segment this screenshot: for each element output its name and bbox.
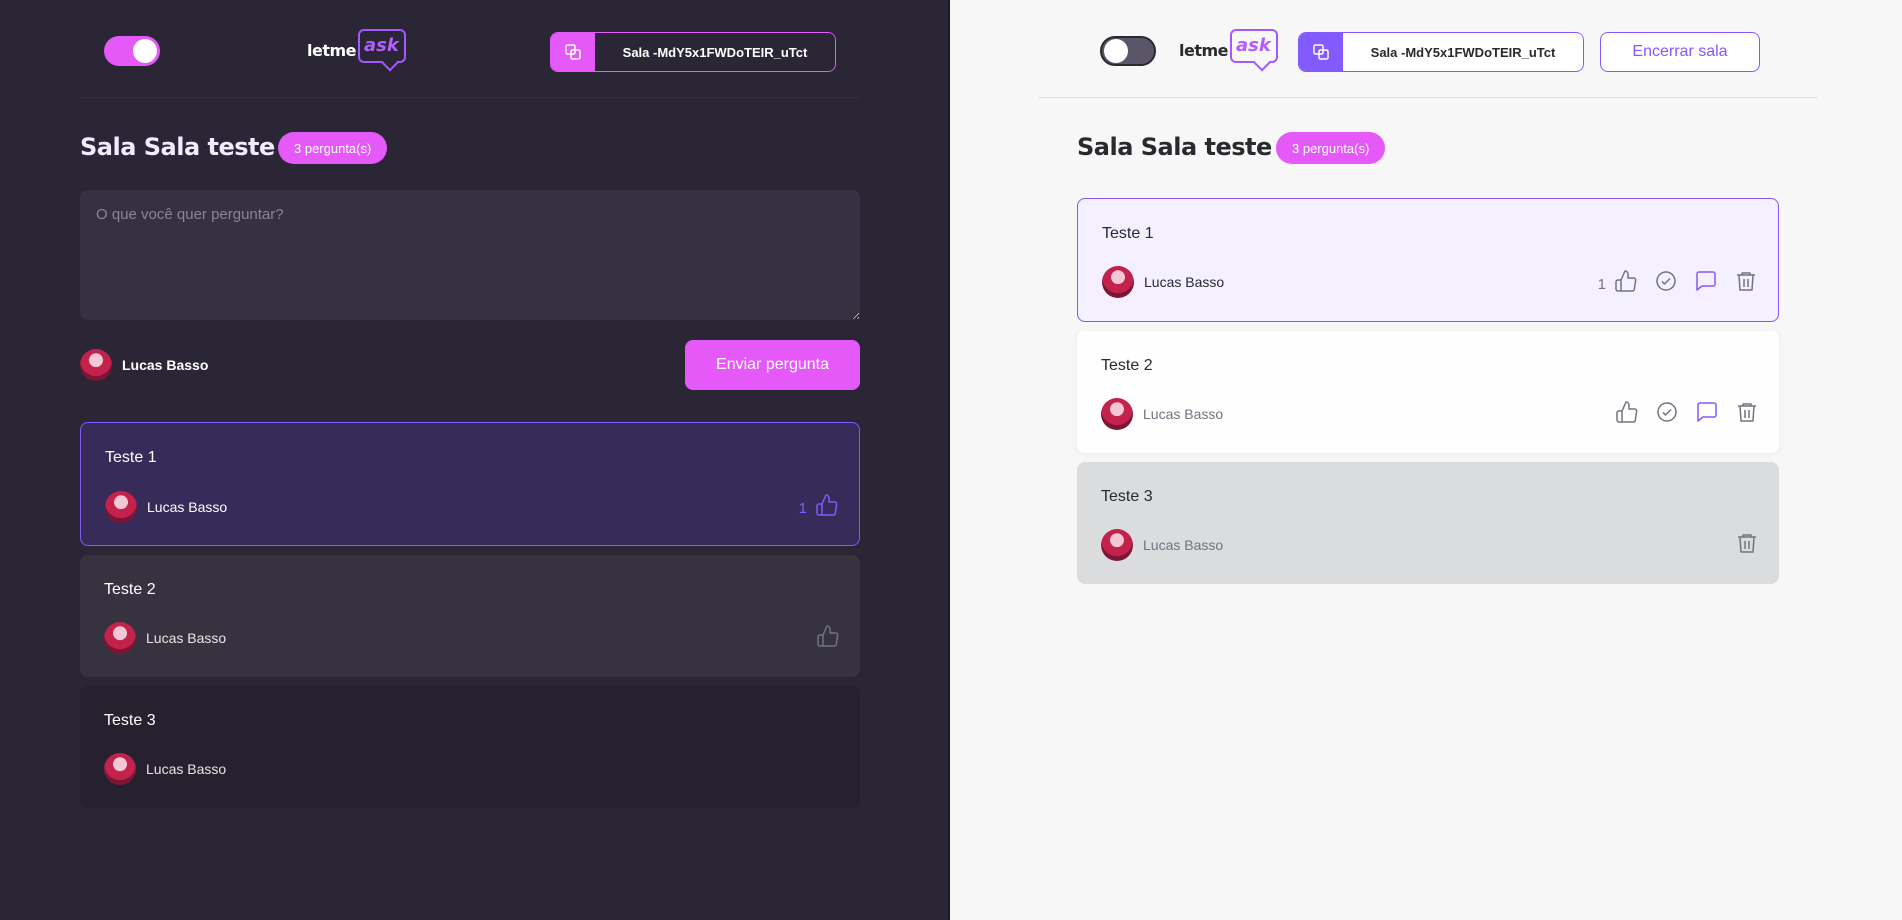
question-author: Lucas Basso: [104, 753, 226, 785]
question-actions: [1735, 531, 1759, 555]
question-author: Lucas Basso: [1101, 529, 1223, 561]
logo: letme ask: [1179, 29, 1279, 75]
avatar: [1102, 266, 1134, 298]
logo: letme ask: [307, 29, 407, 75]
page-title: Sala Sala teste: [80, 133, 275, 161]
question-author: Lucas Basso: [1102, 266, 1224, 298]
page-title: Sala Sala teste: [1077, 133, 1272, 161]
question-count-badge: 3 pergunta(s): [1276, 132, 1386, 164]
check-circle-icon[interactable]: [1655, 400, 1679, 424]
avatar: [80, 349, 112, 381]
room-code-label: Sala -MdY5x1FWDoTEIR_uTct: [1343, 33, 1583, 71]
send-question-button[interactable]: Enviar pergunta: [685, 340, 860, 390]
logo-ask-bubble: ask: [1230, 29, 1279, 63]
question-card: Teste 2 Lucas Basso: [1077, 331, 1779, 453]
trash-icon[interactable]: [1734, 269, 1758, 293]
question-content: Teste 1: [1102, 225, 1154, 242]
thumbs-up-icon: [1615, 400, 1639, 424]
avatar: [1101, 398, 1133, 430]
question-author: Lucas Basso: [105, 491, 227, 523]
logo-ask: ask: [1236, 35, 1271, 56]
thumbs-up-icon: [815, 493, 839, 517]
copy-icon: [551, 33, 595, 71]
header-divider: [80, 97, 860, 98]
like-count: 1: [798, 500, 807, 517]
like-button[interactable]: 1: [1598, 269, 1638, 293]
dark-theme-panel: letme ask Sala -MdY5x1FWDoTEIR_uTct Sala…: [0, 0, 950, 920]
theme-toggle[interactable]: [1100, 36, 1156, 66]
header-divider: [1038, 97, 1818, 98]
author-name: Lucas Basso: [146, 761, 227, 777]
like-button[interactable]: 1: [799, 493, 839, 517]
logo-ask-bubble: ask: [358, 29, 407, 63]
question-input[interactable]: [80, 190, 860, 320]
theme-toggle[interactable]: [104, 36, 160, 66]
avatar: [104, 753, 136, 785]
logo-ask: ask: [364, 35, 399, 56]
avatar: [105, 491, 137, 523]
question-actions: [816, 624, 840, 648]
room-code-label: Sala -MdY5x1FWDoTEIR_uTct: [595, 33, 835, 71]
question-content: Teste 2: [104, 581, 156, 598]
like-count: 1: [1597, 276, 1606, 293]
author-name: Lucas Basso: [146, 630, 227, 646]
thumbs-up-icon: [1614, 269, 1638, 293]
copy-icon: [1299, 33, 1343, 71]
like-button[interactable]: [816, 624, 840, 648]
answer-icon[interactable]: [1695, 400, 1719, 424]
room-code-button[interactable]: Sala -MdY5x1FWDoTEIR_uTct: [550, 32, 836, 72]
toggle-knob: [133, 39, 157, 63]
current-user: Lucas Basso: [80, 349, 208, 381]
logo-letme: letme: [307, 41, 357, 60]
question-card: Teste 3 Lucas Basso: [1077, 462, 1779, 584]
question-card: Teste 2 Lucas Basso: [80, 555, 860, 677]
question-actions: 1: [1598, 269, 1758, 293]
avatar: [104, 622, 136, 654]
avatar: [1101, 529, 1133, 561]
toggle-knob: [1104, 39, 1128, 63]
close-room-button[interactable]: Encerrar sala: [1600, 32, 1760, 72]
check-circle-icon[interactable]: [1654, 269, 1678, 293]
question-content: Teste 2: [1101, 357, 1153, 374]
room-code-button[interactable]: Sala -MdY5x1FWDoTEIR_uTct: [1298, 32, 1584, 72]
question-author: Lucas Basso: [104, 622, 226, 654]
author-name: Lucas Basso: [1144, 274, 1225, 290]
question-content: Teste 1: [105, 449, 157, 466]
light-theme-panel: letme ask Sala -MdY5x1FWDoTEIR_uTct Ence…: [950, 0, 1902, 920]
question-actions: [1615, 400, 1759, 424]
question-card: Teste 1 Lucas Basso 1: [1077, 198, 1779, 322]
question-card: Teste 3 Lucas Basso: [80, 686, 860, 808]
question-content: Teste 3: [1101, 488, 1153, 505]
question-author: Lucas Basso: [1101, 398, 1223, 430]
trash-icon[interactable]: [1735, 531, 1759, 555]
author-name: Lucas Basso: [1143, 537, 1224, 553]
question-card: Teste 1 Lucas Basso 1: [80, 422, 860, 546]
question-content: Teste 3: [104, 712, 156, 729]
question-count-badge: 3 pergunta(s): [278, 132, 388, 164]
question-actions: 1: [799, 493, 839, 517]
author-name: Lucas Basso: [147, 499, 228, 515]
trash-icon[interactable]: [1735, 400, 1759, 424]
thumbs-up-icon: [816, 624, 840, 648]
like-button[interactable]: [1615, 400, 1639, 424]
logo-letme: letme: [1179, 41, 1229, 60]
user-name: Lucas Basso: [122, 357, 209, 373]
answer-icon[interactable]: [1694, 269, 1718, 293]
author-name: Lucas Basso: [1143, 406, 1224, 422]
